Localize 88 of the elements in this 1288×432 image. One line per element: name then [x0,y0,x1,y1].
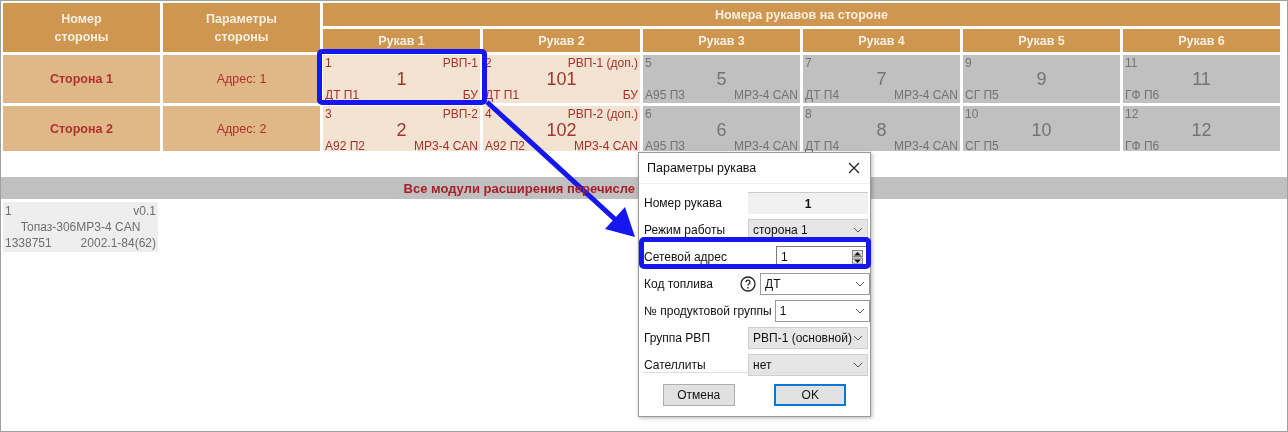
close-icon[interactable] [848,162,860,174]
hose-index: 11 [1125,56,1138,70]
dialog-button[interactable]: Отмена [662,383,735,406]
module-firmware: 2002.1-84(62) [80,235,156,251]
hose-number: 8 [875,121,888,139]
side-cell: Сторона 2 [3,106,160,151]
field-label: Код топлива [644,277,714,291]
hose-cell[interactable]: 3 РВП-2 2 А92 П2 МР3-4 CAN [323,106,480,151]
dropdown[interactable]: нет [748,354,868,376]
hose-number: 10 [1030,121,1053,139]
fuel-label: ГФ П6 [1125,139,1160,153]
field-label: Группа РВП [644,331,711,345]
hose-number: 12 [1190,121,1213,139]
field-label: № продуктовой группы [644,304,772,318]
chevron-icon [853,227,863,233]
field-label: Сателлиты [644,358,707,372]
help-icon[interactable] [740,276,756,292]
chevron-icon [855,281,865,287]
hose-number: 102 [545,121,578,139]
dialog-button[interactable]: OK [774,383,847,406]
module-label: БУ [462,88,478,102]
module-label: МР3-4 CAN [574,139,638,153]
group-header: Номера рукавов на стороне [323,3,1280,26]
module-version: v0.1 [133,203,156,219]
hose-index: 10 [965,107,979,121]
module-label: МР3-4 CAN [414,139,478,153]
column-header: Рукав 2 [483,29,640,52]
module-serial: 1338751 [5,235,52,251]
hose-group: РВП-1 (доп.) [567,56,638,70]
chevron-icon [853,335,863,341]
dialog-title: Параметры рукава [647,161,757,175]
column-header: Рукав 6 [1123,29,1280,52]
fuel-label: СГ П5 [965,88,999,102]
hose-group: РВП-2 [442,107,478,121]
module-card[interactable]: 1 v0.1 Топаз-306МР3-4 CAN 1338751 2002.1-84(62) [3,202,158,252]
chevron-icon [855,308,865,314]
hose-index: 4 [485,107,492,121]
side-params-cell: Адрес: 1 [163,55,320,103]
hose-index: 6 [645,107,652,121]
column-header: Параметры стороны [163,3,320,52]
side-params-cell: Адрес: 2 [163,106,320,151]
fuel-label: ДТ П4 [805,139,840,153]
spin-arrows-icon[interactable] [852,249,863,265]
hose-number: 9 [1035,70,1048,88]
module-label: МР3-4 CAN [894,88,958,102]
column-header: Номер стороны [3,3,160,52]
hose-number: 2 [395,121,408,139]
fuel-label: СГ П5 [965,139,999,153]
hose-index: 5 [645,56,652,70]
module-label: БУ [622,88,638,102]
hose-number: 7 [875,70,888,88]
module-label: МР3-4 CAN [894,139,958,153]
module-name: Топаз-306МР3-4 CAN [19,219,142,235]
dropdown[interactable]: ДТ [760,273,870,295]
fuel-label: А92 П2 [325,139,365,153]
fuel-label: А95 П3 [645,88,685,102]
hose-index: 7 [805,56,812,70]
hose-number: 1 [395,70,408,88]
field-label: Номер рукава [644,196,723,210]
hose-index: 1 [325,56,332,70]
hose-index: 12 [1125,107,1139,121]
number-field: 1 [748,192,868,214]
hose-group: РВП-2 (доп.) [567,107,638,121]
column-header: Рукав 3 [643,29,800,52]
chevron-icon [853,362,863,368]
dropdown[interactable]: 1 [774,300,870,322]
field-label: Режим работы [644,223,727,237]
hose-index: 9 [965,56,972,70]
fuel-label: ДТ П4 [805,88,840,102]
hose-number: 11 [1191,70,1212,88]
hose-group: РВП-1 [442,56,478,70]
fuel-label: А92 П2 [485,139,525,153]
hose-number: 6 [715,121,728,139]
hose-index: 3 [325,107,332,121]
hose-number: 101 [545,70,578,88]
hose-cell[interactable]: 4 РВП-2 (доп.) 102 А92 П2 МР3-4 CAN [483,106,640,151]
module-index: 1 [5,203,12,219]
column-header: Рукав 4 [803,29,960,52]
fuel-label: ГФ П6 [1125,88,1160,102]
dropdown[interactable]: РВП-1 (основной) [748,327,868,349]
column-header: Рукав 5 [963,29,1120,52]
hose-index: 8 [805,107,812,121]
module-label: МР3-4 CAN [734,139,798,153]
module-label: МР3-4 CAN [734,88,798,102]
field-label: Сетевой адрес [644,250,728,264]
side-cell: Сторона 1 [3,55,160,103]
fuel-label: А95 П3 [645,139,685,153]
hose-number: 5 [715,70,728,88]
